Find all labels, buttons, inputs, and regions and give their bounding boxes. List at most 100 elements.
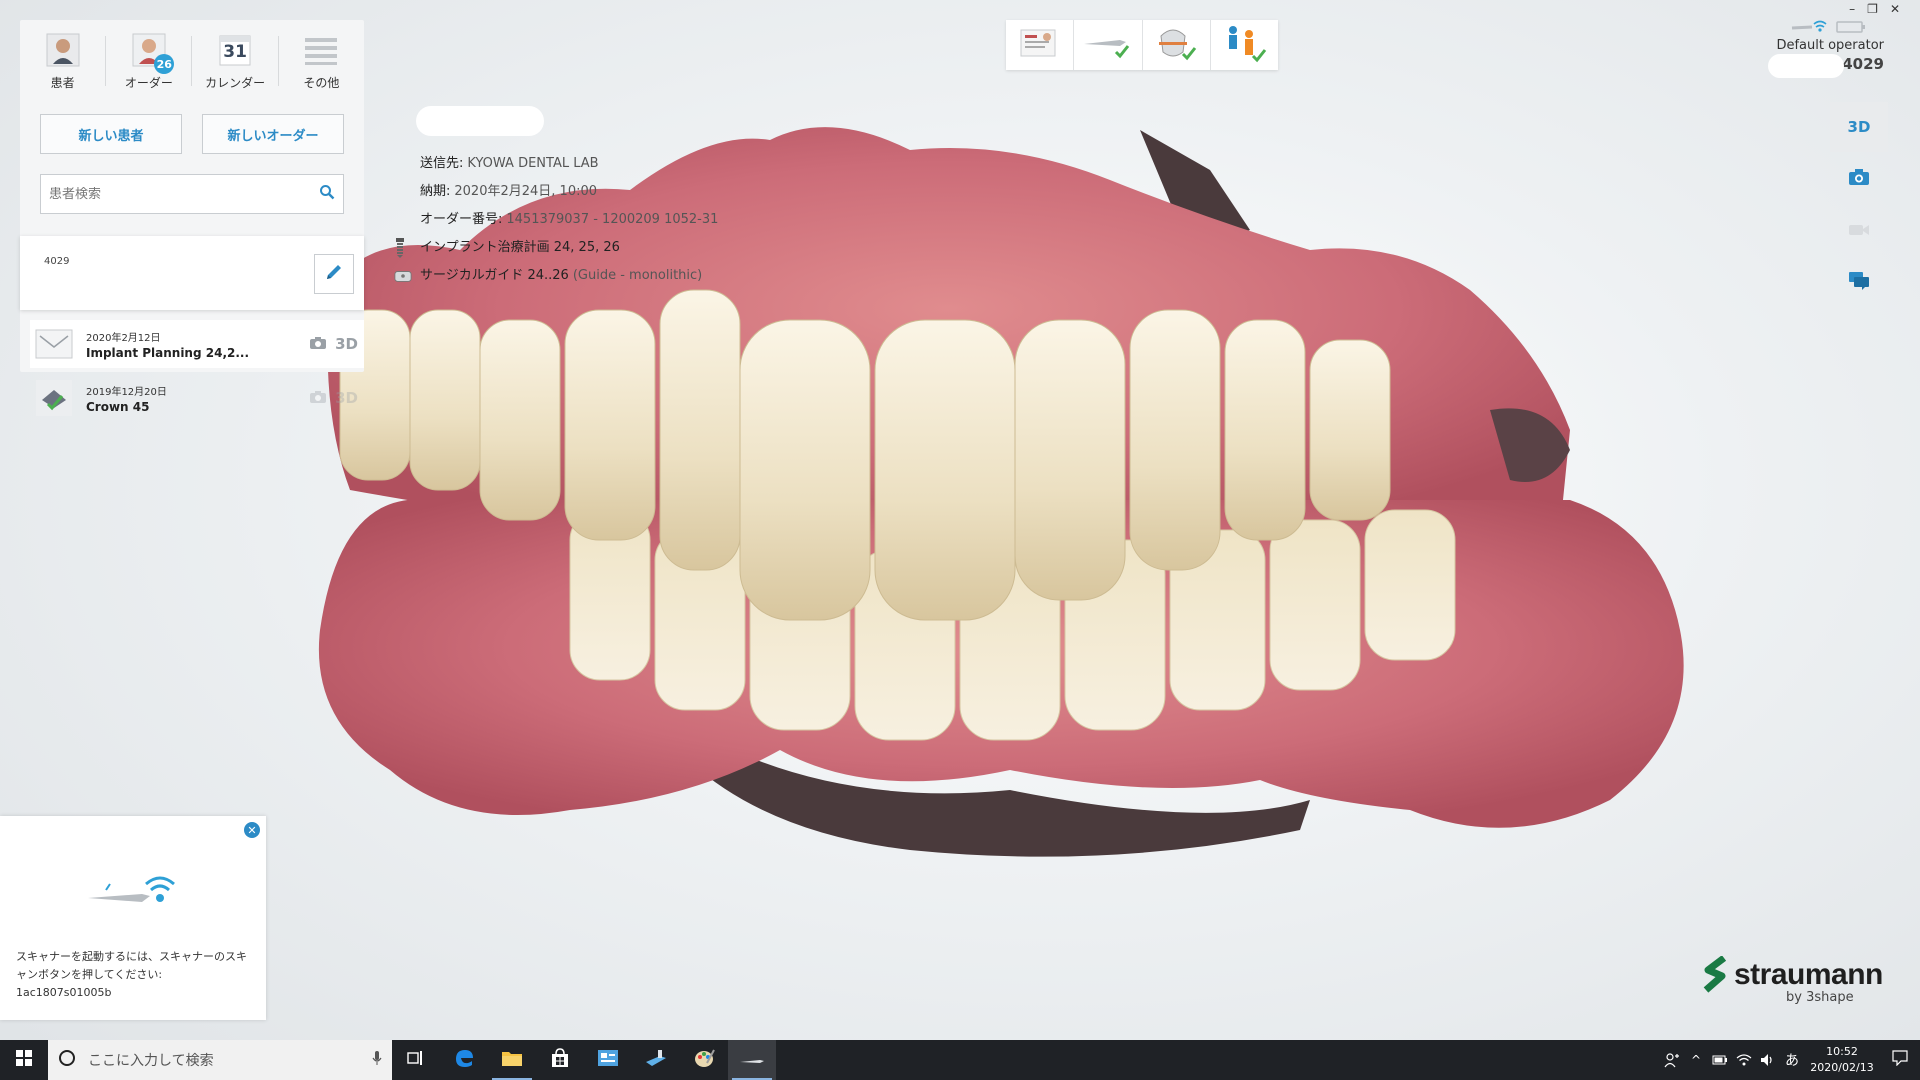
crown-case-icon: [30, 374, 78, 422]
taskbar-app-edge[interactable]: [440, 1040, 488, 1080]
task-view-button[interactable]: [392, 1040, 440, 1080]
order-title: Crown 45: [86, 399, 150, 414]
wifi-tray-icon[interactable]: [1732, 1040, 1756, 1080]
due-value: 2020年2月24日, 10:00: [454, 184, 598, 199]
redacted-patient-name: [1768, 54, 1844, 78]
restore-icon[interactable]: ❐: [1867, 2, 1878, 16]
taskbar-app-file-explorer[interactable]: [488, 1040, 536, 1080]
list-menu-icon: [303, 32, 339, 68]
send-to-lab-icon: [1219, 22, 1269, 68]
workflow-step-scan[interactable]: [1074, 20, 1143, 70]
search-icon[interactable]: [319, 184, 335, 204]
volume-tray-icon[interactable]: [1756, 1040, 1780, 1080]
view-3d-label: 3D: [1847, 118, 1871, 136]
taskbar-app-scanner-tool[interactable]: [632, 1040, 680, 1080]
messages-button[interactable]: [1830, 258, 1888, 308]
new-patient-button[interactable]: 新しい患者: [40, 114, 182, 154]
view-toolbar: 3D: [1830, 102, 1888, 310]
clock-time: 10:52: [1826, 1045, 1858, 1058]
workflow-step-order-form[interactable]: [1006, 20, 1075, 70]
send-to-label: 送信先:: [420, 156, 464, 171]
taskbar-app-paint[interactable]: [680, 1040, 728, 1080]
order-title: Implant Planning 24,2...: [86, 345, 250, 360]
nav-more[interactable]: その他: [279, 20, 364, 102]
logo-by: by 3shape: [1786, 990, 1854, 1005]
view-3d-button[interactable]: 3D: [1830, 102, 1888, 152]
patient-search-input[interactable]: [49, 186, 299, 202]
nav-more-label: その他: [303, 76, 340, 90]
taskbar-search-box[interactable]: ここに入力して検索: [48, 1040, 392, 1080]
workflow-step-send[interactable]: [1211, 20, 1278, 70]
surgical-guide-icon: [394, 268, 412, 284]
chat-icon: [1848, 271, 1870, 295]
device-status: [1790, 18, 1866, 38]
windows-logo-icon: [16, 1050, 32, 1070]
camera-icon: [1848, 168, 1870, 190]
action-center-button[interactable]: [1880, 1040, 1920, 1080]
minimize-icon[interactable]: –: [1849, 2, 1855, 16]
patient-id: 4029: [44, 256, 70, 267]
straumann-s-icon: [1703, 956, 1727, 993]
video-button[interactable]: [1830, 206, 1888, 256]
people-icon[interactable]: [1660, 1040, 1684, 1080]
clock-date: 2020/02/13: [1810, 1061, 1874, 1074]
scanner-serial: 1ac1807s01005b: [16, 986, 112, 999]
close-notification-button[interactable]: ✕: [244, 822, 260, 838]
start-button[interactable]: [0, 1040, 48, 1080]
order-number-label: オーダー番号:: [420, 212, 503, 227]
taskbar-search-placeholder: ここに入力して検索: [88, 1053, 214, 1069]
taskbar-app-settings-panel[interactable]: [584, 1040, 632, 1080]
system-tray: ^ あ 10:52 2020/02/13: [1660, 1040, 1920, 1080]
patient-search[interactable]: [40, 174, 344, 214]
battery-icon: [1836, 19, 1866, 38]
new-order-button[interactable]: 新しいオーダー: [202, 114, 344, 154]
camera-icon[interactable]: [309, 389, 327, 408]
edit-patient-button[interactable]: [314, 254, 354, 294]
store-bag-icon: [550, 1048, 570, 1072]
edge-icon: [453, 1047, 475, 1073]
calendar-icon: 31: [217, 32, 253, 68]
scanner-wand-icon: [1080, 24, 1136, 66]
nav-orders[interactable]: 26 オーダー: [106, 20, 191, 102]
view-3d-tag[interactable]: 3D: [335, 335, 358, 353]
nav-patients[interactable]: 患者: [20, 20, 105, 102]
task-view-icon: [407, 1050, 425, 1070]
microphone-icon[interactable]: [372, 1050, 382, 1070]
order-number-value: 1451379037 - 1200209 1052-31: [506, 212, 719, 227]
battery-tray-icon[interactable]: [1708, 1040, 1732, 1080]
implant-plan: インプラント治療計画 24, 25, 26: [420, 240, 620, 255]
camera-icon[interactable]: [309, 335, 327, 354]
control-panel-icon: [597, 1049, 619, 1071]
window-controls: – ❐ ✕: [1849, 2, 1900, 16]
tooth-model-icon: [1151, 22, 1201, 68]
nav-orders-label: オーダー: [124, 76, 173, 90]
implant-icon: [394, 238, 412, 258]
taskbar-clock[interactable]: 10:52 2020/02/13: [1804, 1044, 1880, 1076]
taskbar-app-store[interactable]: [536, 1040, 584, 1080]
straumann-logo: straumann by 3shape: [1700, 956, 1890, 1012]
nav-patients-label: 患者: [50, 76, 75, 90]
photo-button[interactable]: [1830, 154, 1888, 204]
close-icon[interactable]: ✕: [1890, 2, 1900, 16]
workflow-step-post-process[interactable]: [1143, 20, 1211, 70]
surgical-guide-value: (Guide - monolithic): [572, 268, 703, 283]
order-item-crown[interactable]: 2019年12月20日 Crown 45 3D: [30, 374, 364, 422]
order-details: 送信先: KYOWA DENTAL LAB 納期: 2020年2月24日, 10:0…: [394, 150, 719, 290]
scanner-app-icon: [644, 1048, 668, 1072]
surgical-guide-label: サージカルガイド 24..26: [420, 268, 569, 283]
ime-indicator[interactable]: あ: [1780, 1040, 1804, 1080]
trios-scanner-icon: [738, 1051, 766, 1070]
order-item-implant-planning[interactable]: 2020年2月12日 Implant Planning 24,2... 3D: [30, 320, 364, 368]
scanner-wifi-icon: [1790, 18, 1828, 38]
close-icon: ✕: [247, 823, 257, 837]
logo-brand: straumann: [1734, 958, 1883, 991]
nav-calendar[interactable]: 31 カレンダー: [192, 20, 277, 102]
palette-icon: [693, 1047, 715, 1073]
video-icon: [1848, 222, 1870, 241]
patient-card[interactable]: 4029: [20, 236, 364, 310]
taskbar-app-trios[interactable]: [728, 1040, 776, 1080]
notification-icon: [1892, 1050, 1908, 1070]
workflow-toolbar: [1006, 20, 1278, 70]
tray-overflow-chevron-icon[interactable]: ^: [1684, 1040, 1708, 1080]
view-3d-tag[interactable]: 3D: [335, 389, 358, 407]
